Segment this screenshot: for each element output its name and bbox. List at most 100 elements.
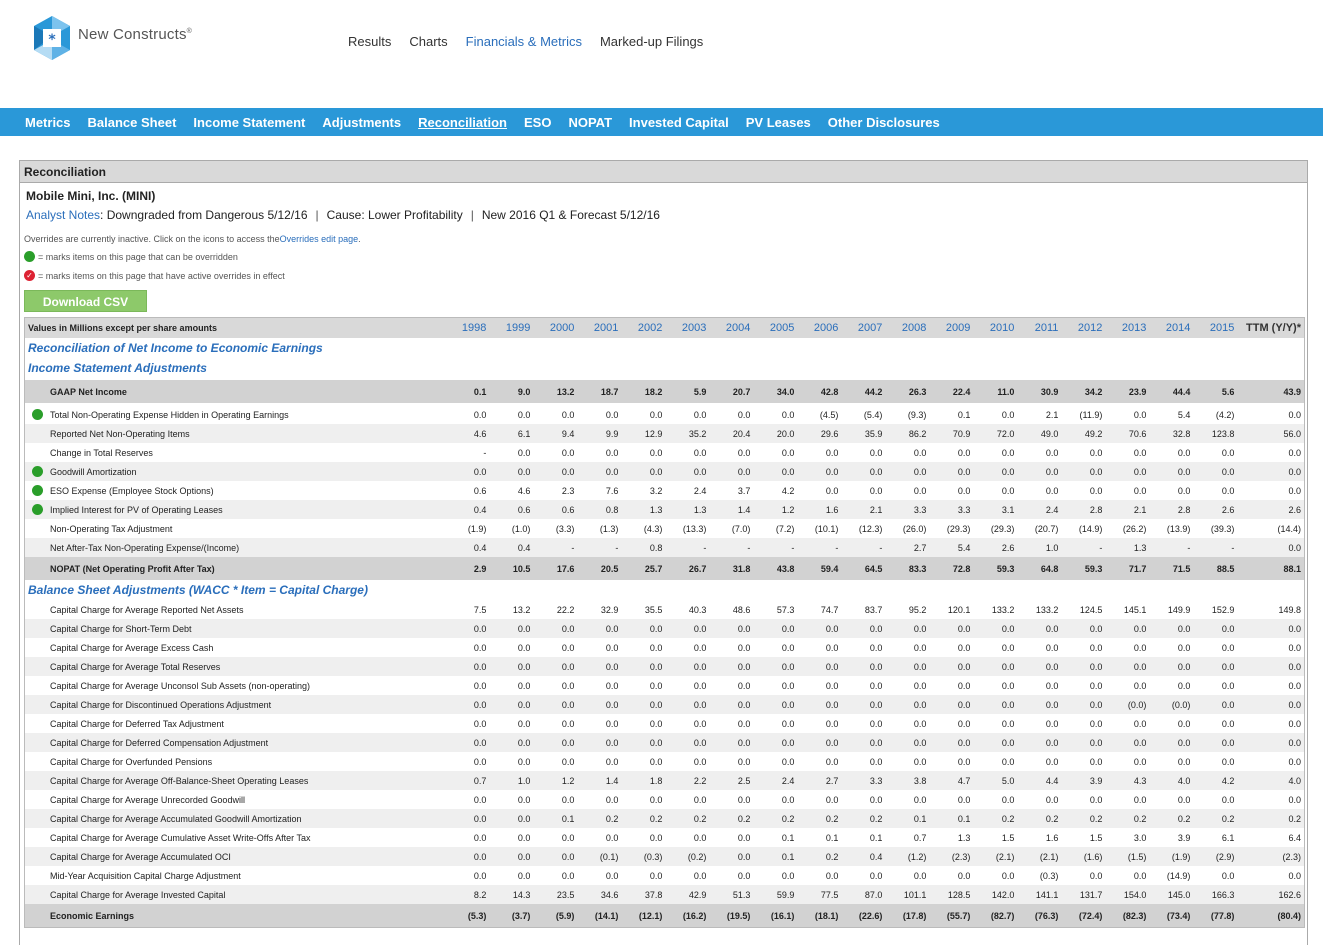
value-cell[interactable]: 2003: [666, 322, 710, 334]
subnav-item[interactable]: PV Leases: [746, 115, 811, 130]
value-cell[interactable]: 2009: [930, 322, 974, 334]
value-cell: 0.0: [473, 623, 487, 634]
value-cell[interactable]: 1998: [446, 322, 490, 334]
value-cell[interactable]: 2005: [754, 322, 798, 334]
value-cell: 3.9: [1089, 775, 1103, 786]
subnav-item[interactable]: Metrics: [25, 115, 71, 130]
value-cell: (4.2): [1215, 409, 1235, 420]
value-cell[interactable]: 2013: [1106, 322, 1150, 334]
table-row: ESO Expense (Employee Stock Options) 0.6 4…: [25, 481, 1304, 500]
row-values: 0.0 0.0 0.0 0.0 0.0 0.0 0.0 0.0 0.0 0.0 0.0 0.0 0.0 0…: [446, 757, 1238, 767]
value-cell: (16.2): [682, 910, 707, 921]
row-label: GAAP Net Income: [25, 387, 446, 397]
value-cell: 128.5: [947, 889, 971, 900]
subnav-item[interactable]: NOPAT: [568, 115, 612, 130]
value-cell[interactable]: 2014: [1150, 322, 1194, 334]
value-cell: 4.0: [1177, 775, 1191, 786]
value-cell[interactable]: 2006: [798, 322, 842, 334]
green-dot-icon[interactable]: [32, 485, 43, 496]
value-cell: -: [1099, 542, 1103, 553]
value-cell: 0.0: [1089, 870, 1103, 881]
value-cell[interactable]: 2002: [622, 322, 666, 334]
value-cell: 2.6: [1001, 542, 1015, 553]
subnav-item[interactable]: Reconciliation: [418, 115, 507, 130]
overrides-edit-link[interactable]: Overrides edit page: [280, 234, 359, 244]
value-cell: 0.0: [1221, 661, 1235, 672]
override-dot-icon[interactable]: [28, 409, 50, 420]
value-cell: 0.0: [1089, 661, 1103, 672]
value-cell: 0.0: [1001, 680, 1015, 691]
value-cell[interactable]: 1999: [490, 322, 534, 334]
value-cell: 0.0: [737, 832, 751, 843]
value-cell: 0.2: [605, 813, 619, 824]
analyst-notes-link[interactable]: Analyst Notes: [26, 208, 100, 222]
value-cell[interactable]: 2000: [534, 322, 578, 334]
table-row: Capital Charge for Average Accumulated G…: [25, 809, 1304, 828]
topnav-item[interactable]: Charts: [409, 34, 447, 49]
subnav-item[interactable]: Adjustments: [322, 115, 401, 130]
subnav-item[interactable]: ESO: [524, 115, 551, 130]
value-cell: 0.0: [957, 623, 971, 634]
forecast-text: New 2016 Q1 & Forecast 5/12/16: [481, 208, 660, 222]
value-cell: 0.0: [825, 756, 839, 767]
value-cell: 0.0: [957, 794, 971, 805]
value-cell: 40.3: [688, 604, 707, 615]
value-cell: 14.3: [512, 889, 531, 900]
value-cell: 1.3: [1133, 542, 1147, 553]
topnav-item[interactable]: Results: [348, 34, 391, 49]
value-cell: 0.0: [1089, 642, 1103, 653]
value-cell: 0.0: [693, 642, 707, 653]
subnav-item[interactable]: Balance Sheet: [88, 115, 177, 130]
value-cell: 0.0: [693, 718, 707, 729]
override-dot-icon[interactable]: [28, 466, 50, 477]
value-cell: 83.7: [864, 604, 883, 615]
topnav-item[interactable]: Financials & Metrics: [466, 34, 582, 49]
value-cell[interactable]: 2010: [974, 322, 1018, 334]
value-cell: 0.0: [561, 699, 575, 710]
value-cell[interactable]: 2015: [1194, 322, 1238, 334]
green-dot-icon[interactable]: [32, 504, 43, 515]
value-cell: 0.2: [869, 813, 883, 824]
subnav-item[interactable]: Income Statement: [193, 115, 305, 130]
value-cell: 0.0: [825, 623, 839, 634]
row-label-text: Change in Total Reserves: [50, 447, 153, 458]
value-cell: 0.0: [473, 851, 487, 862]
value-cell: 0.2: [1001, 813, 1015, 824]
row-values: 4.6 6.1 9.4 9.9 12.9 35.2 20.4 20.0 29.6 35.9 86.2…: [446, 429, 1238, 439]
value-cell: 0.0: [517, 623, 531, 634]
download-csv-button[interactable]: Download CSV: [24, 290, 147, 312]
subnav-item[interactable]: Other Disclosures: [828, 115, 940, 130]
topnav-item[interactable]: Marked-up Filings: [600, 34, 703, 49]
subnav-item[interactable]: Invested Capital: [629, 115, 729, 130]
value-cell: 166.3: [1211, 889, 1235, 900]
value-cell[interactable]: 2008: [886, 322, 930, 334]
value-cell: 0.0: [957, 642, 971, 653]
value-cell: 86.2: [908, 428, 927, 439]
value-cell: 0.0: [913, 485, 927, 496]
value-cell: -: [1231, 542, 1235, 553]
green-dot-icon[interactable]: [32, 466, 43, 477]
value-cell: 0.0: [825, 485, 839, 496]
row-values: 0.0 0.0 0.0 0.0 0.0 0.0 0.0 0.0 0.0 0.0 0.0 0.0 0.0 0…: [446, 700, 1238, 710]
row-values: 0.7 1.0 1.2 1.4 1.8 2.2 2.5 2.4 2.7 3.3 3.8 4.7 5.0 4…: [446, 776, 1238, 786]
value-cell: (2.1): [1039, 851, 1059, 862]
green-dot-icon[interactable]: [32, 409, 43, 420]
override-dot-icon[interactable]: [28, 504, 50, 515]
value-cell[interactable]: 2001: [578, 322, 622, 334]
value-cell[interactable]: 2011: [1018, 322, 1062, 334]
value-cell: 0.0: [693, 623, 707, 634]
value-cell: (1.3): [599, 523, 619, 534]
value-cell: 0.0: [693, 794, 707, 805]
override-dot-icon[interactable]: [28, 485, 50, 496]
ttm-cell: 149.8: [1278, 604, 1301, 615]
value-cell: 0.0: [1001, 447, 1015, 458]
value-cell: 0.0: [913, 756, 927, 767]
value-cell: 0.0: [1089, 680, 1103, 691]
value-cell: 0.0: [869, 680, 883, 691]
value-cell[interactable]: 2004: [710, 322, 754, 334]
value-cell: 0.0: [561, 623, 575, 634]
value-cell[interactable]: 2012: [1062, 322, 1106, 334]
value-cell[interactable]: 2007: [842, 322, 886, 334]
logo[interactable]: * New Constructs®: [30, 14, 192, 62]
row-label-text: Income Statement Adjustments: [28, 361, 207, 375]
